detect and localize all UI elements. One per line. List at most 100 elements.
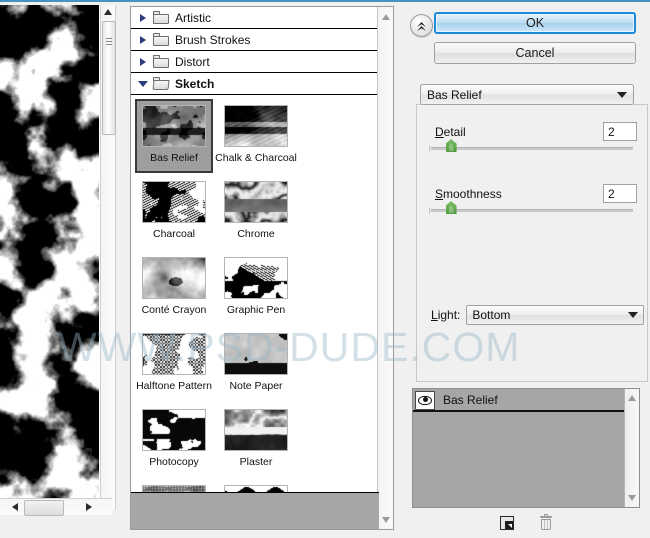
filter-thumbnail-image: [224, 257, 288, 299]
filter-thumbnail-image: [142, 181, 206, 223]
chevron-right-icon[interactable]: [137, 58, 149, 66]
triangle-up-icon: [628, 395, 636, 401]
filter-thumbnail-image: [224, 333, 288, 375]
preview-horizontal-scrollbar[interactable]: [0, 498, 112, 515]
filter-name-select[interactable]: Bas Relief: [420, 84, 634, 105]
filter-thumbnail-grid: Bas Relief Chalk & CharcoalCharcoal Chrome…: [131, 95, 379, 529]
effect-layers-scrollbar[interactable]: [624, 389, 639, 507]
filter-thumbnail-cont-crayon[interactable]: Conté Crayon: [135, 251, 213, 325]
filter-thumbnail-image: [142, 257, 206, 299]
filter-thumbnail-chrome[interactable]: Chrome: [217, 175, 295, 249]
effect-layers-toolbar: [412, 512, 640, 534]
filter-thumbnail-halftone-pattern[interactable]: Halftone Pattern: [135, 327, 213, 401]
filter-thumbnail-label: Photocopy: [149, 456, 199, 468]
filter-thumbnail-image: [142, 105, 206, 147]
delete-effect-layer-icon[interactable]: [540, 516, 552, 530]
folder-icon: [153, 55, 169, 68]
cancel-button[interactable]: Cancel: [434, 42, 636, 64]
filter-scroll-up-button[interactable]: [378, 9, 393, 24]
chevron-down-icon: [628, 312, 638, 318]
folder-icon: [153, 11, 169, 24]
preview-vertical-scroll-thumb[interactable]: [102, 21, 116, 135]
filter-thumbnail-photocopy[interactable]: Photocopy: [135, 403, 213, 477]
filter-name-value: Bas Relief: [427, 88, 482, 102]
preview-pane: [0, 5, 112, 515]
parameter-label: Smoothness: [435, 187, 502, 201]
filter-category-sketch[interactable]: Sketch: [131, 73, 379, 95]
effect-layer-name: Bas Relief: [443, 393, 498, 407]
toggle-effect-visibility-button[interactable]: [415, 391, 435, 410]
filter-parameters-box: Detail 2 Smoothness 2 Light: Bottom: [416, 104, 648, 382]
light-direction-value: Bottom: [472, 308, 510, 322]
filter-thumbnail-image: [224, 181, 288, 223]
new-effect-layer-icon[interactable]: [500, 516, 514, 530]
preview-vertical-scrollbar[interactable]: [100, 5, 116, 510]
window-top-accent-bar: [0, 0, 650, 2]
collapse-panel-button[interactable]: [410, 14, 433, 37]
parameter-slider-handle[interactable]: [446, 201, 457, 214]
effects-scroll-up-button[interactable]: [625, 391, 639, 405]
filter-browser-footer: [131, 492, 379, 529]
preview-scroll-up-button[interactable]: [101, 5, 115, 19]
folder-icon: [153, 33, 169, 46]
preview-scroll-right-button[interactable]: [82, 500, 96, 514]
parameter-slider-handle[interactable]: [446, 139, 457, 152]
effect-layer-row[interactable]: Bas Relief: [413, 389, 624, 412]
ok-button[interactable]: OK: [434, 12, 636, 34]
light-label: Light:: [431, 308, 460, 322]
filter-browser-scrollbar[interactable]: [377, 7, 393, 529]
chevron-down-icon[interactable]: [137, 81, 149, 87]
triangle-up-icon: [382, 14, 390, 20]
preview-scroll-left-button[interactable]: [8, 500, 22, 514]
filter-thumbnail-image: [224, 409, 288, 451]
filter-preview-image[interactable]: [0, 5, 99, 498]
open-folder-icon: [153, 77, 169, 90]
triangle-down-icon: [628, 495, 636, 501]
parameter-value-input[interactable]: 2: [603, 184, 637, 203]
parameter-slider-track[interactable]: [431, 147, 633, 150]
parameter-value-input[interactable]: 2: [603, 122, 637, 141]
filter-thumbnail-label: Note Paper: [229, 380, 282, 392]
filter-options-panel: OK Cancel Detail 2 Smoothness 2 Light: Bott…: [402, 4, 648, 536]
filter-scroll-down-button[interactable]: [378, 512, 393, 527]
filter-thumbnail-chalk-charcoal[interactable]: Chalk & Charcoal: [217, 99, 295, 173]
light-direction-select[interactable]: Bottom: [466, 305, 644, 325]
filter-category-label: Sketch: [175, 77, 214, 91]
filter-thumbnail-charcoal[interactable]: Charcoal: [135, 175, 213, 249]
filter-thumbnail-label: Chrome: [237, 228, 274, 240]
light-direction-row: Light: Bottom: [417, 305, 649, 325]
filter-category-distort[interactable]: Distort: [131, 51, 379, 73]
filter-thumbnail-label: Plaster: [240, 456, 273, 468]
filter-thumbnail-plaster[interactable]: Plaster: [217, 403, 295, 477]
filter-category-label: Brush Strokes: [175, 33, 250, 47]
filter-gallery-dialog: Artistic Brush Strokes Distort Sketch Bas Re…: [0, 0, 650, 538]
preview-horizontal-scroll-thumb[interactable]: [24, 500, 64, 516]
filter-thumbnail-label: Bas Relief: [150, 152, 198, 164]
double-chevron-up-icon: [416, 20, 427, 31]
filter-thumbnail-bas-relief[interactable]: Bas Relief: [135, 99, 213, 173]
chevron-right-icon[interactable]: [137, 14, 149, 22]
filter-category-artistic[interactable]: Artistic: [131, 7, 379, 29]
filter-category-label: Artistic: [175, 11, 211, 25]
grip-lines-icon: [106, 38, 112, 45]
triangle-down-icon: [382, 517, 390, 523]
parameter-slider-track[interactable]: [431, 209, 633, 212]
filter-thumbnail-note-paper[interactable]: Note Paper: [217, 327, 295, 401]
triangle-left-icon: [12, 503, 18, 511]
filter-category-label: Distort: [175, 55, 210, 69]
filter-thumbnail-image: [142, 333, 206, 375]
filter-thumbnail-label: Chalk & Charcoal: [215, 152, 297, 164]
filter-thumbnail-label: Halftone Pattern: [136, 380, 212, 392]
effects-scroll-down-button[interactable]: [625, 491, 639, 505]
filter-thumbnail-graphic-pen[interactable]: Graphic Pen: [217, 251, 295, 325]
ok-button-label: OK: [526, 16, 544, 30]
filter-category-brush-strokes[interactable]: Brush Strokes: [131, 29, 379, 51]
filter-category-list[interactable]: Artistic Brush Strokes Distort Sketch Bas Re…: [131, 7, 379, 529]
parameter-label: Detail: [435, 125, 466, 139]
filter-browser: Artistic Brush Strokes Distort Sketch Bas Re…: [130, 6, 394, 530]
triangle-up-icon: [104, 9, 112, 15]
effect-layers-panel: Bas Relief: [412, 388, 640, 508]
chevron-right-icon[interactable]: [137, 36, 149, 44]
chevron-down-icon: [617, 92, 627, 98]
cancel-button-label: Cancel: [516, 46, 555, 60]
